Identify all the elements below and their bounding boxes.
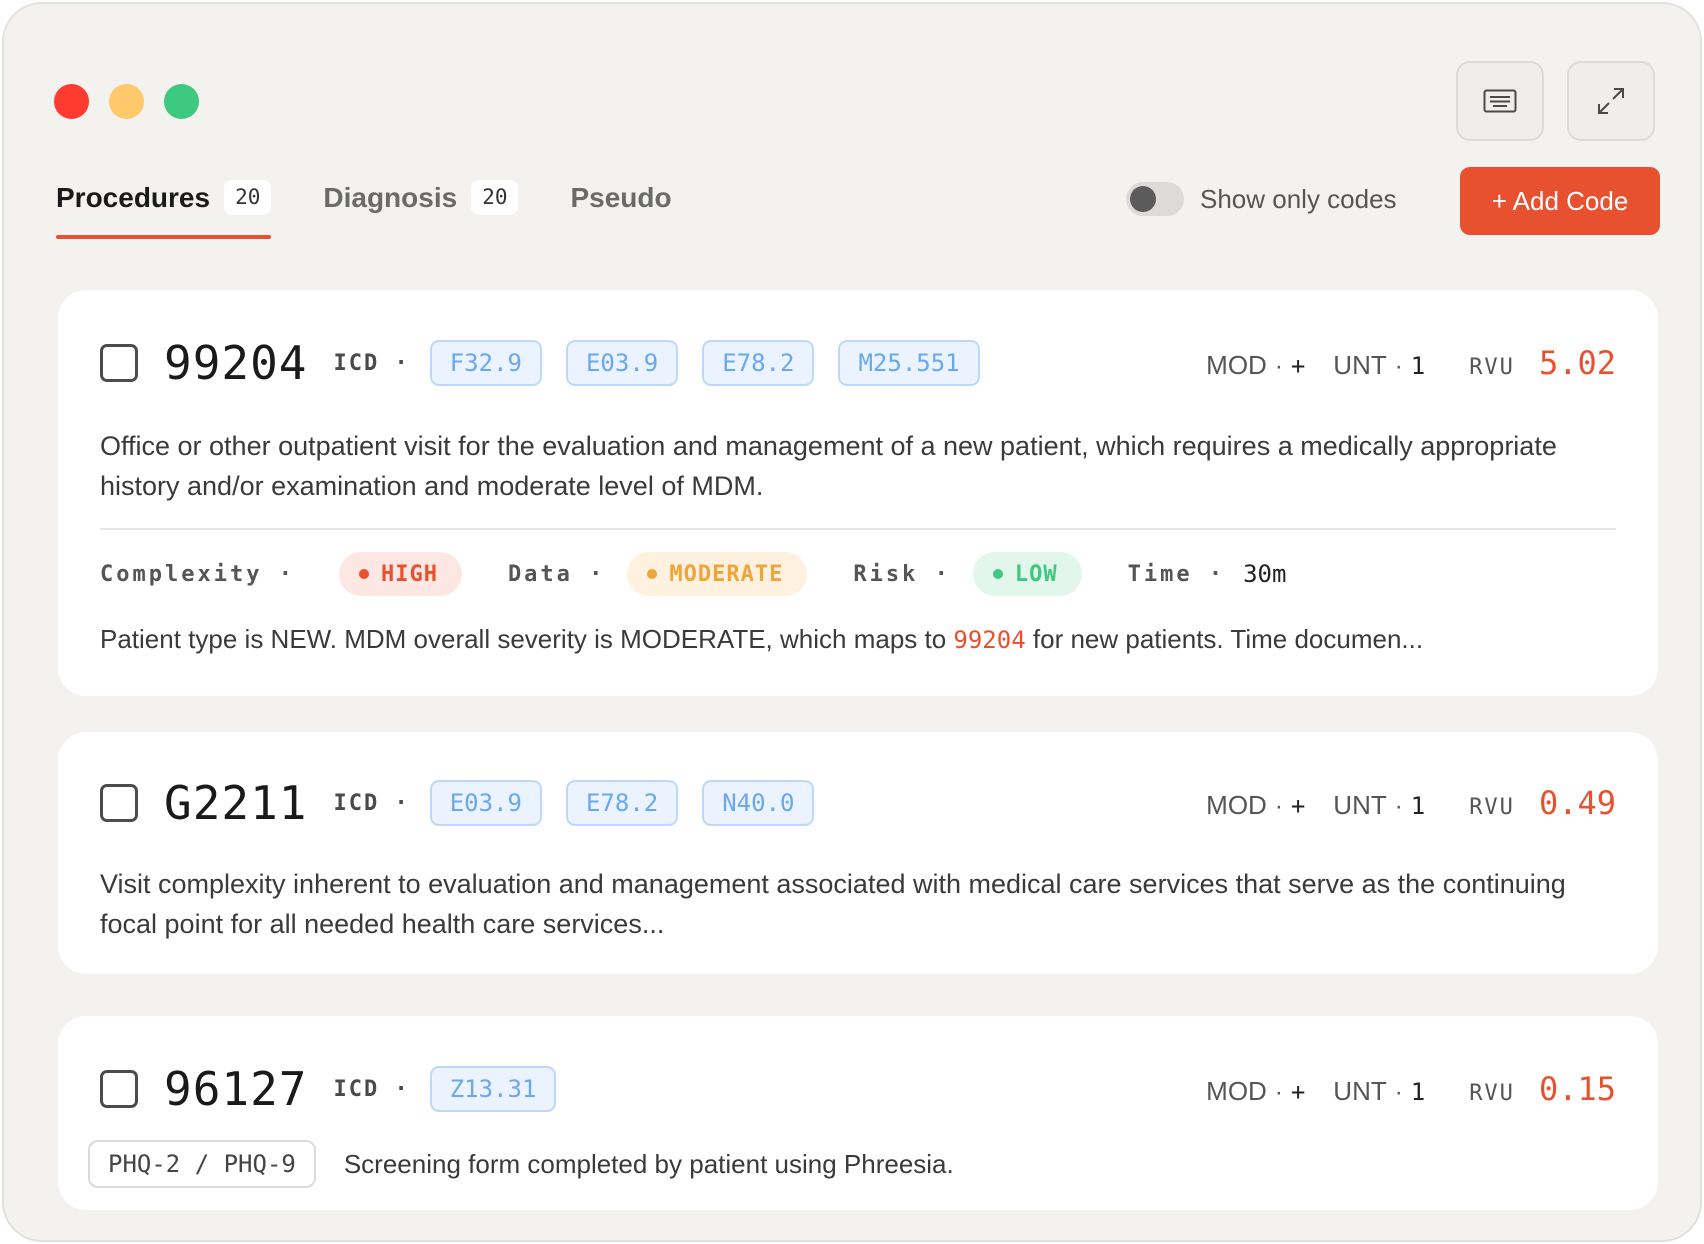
procedure-card: 99204 ICD · F32.9 E03.9 E78.2 M25.551 MO… (58, 290, 1658, 696)
time-value: 30m (1243, 560, 1287, 588)
unt-label: UNT (1333, 790, 1387, 820)
mdm-summary: Patient type is NEW. MDM overall severit… (100, 624, 1598, 655)
icd-chip[interactable]: E78.2 (702, 339, 815, 387)
summary-text: for new patients. Time documen... (1025, 624, 1424, 654)
icd-chip[interactable]: N40.0 (702, 779, 815, 827)
icd-chip[interactable]: E03.9 (429, 779, 542, 827)
mod-label: MOD (1206, 1076, 1267, 1106)
select-checkbox[interactable] (100, 1070, 138, 1108)
maximize-window-button[interactable] (164, 84, 199, 119)
code-meta: MOD · + UNT · 1 RVU 0.49 (1206, 784, 1616, 822)
complexity-label: Complexity · (100, 561, 295, 587)
status-dot (992, 569, 1003, 579)
tab-bar: Procedures 20 Diagnosis 20 Pseudo (56, 180, 724, 239)
summary-code-link[interactable]: 99204 (953, 626, 1025, 654)
card-header: G2211 ICD · E03.9 E78.2 N40.0 MOD · + UN… (100, 776, 1616, 830)
tab-label: Diagnosis (323, 181, 458, 213)
separator: · (1274, 793, 1283, 820)
separator: · (1394, 1079, 1403, 1106)
expand-button[interactable] (1567, 61, 1655, 141)
procedure-code: 96127 (164, 1062, 308, 1116)
separator: · (1274, 353, 1283, 380)
unt-label: UNT (1333, 1076, 1387, 1106)
rvu-label: RVU (1469, 795, 1515, 820)
mod-label: MOD (1206, 790, 1267, 820)
code-meta: MOD · + UNT · 1 RVU 5.02 (1206, 344, 1616, 382)
add-code-button[interactable]: + Add Code (1460, 167, 1660, 235)
code-meta: MOD · + UNT · 1 RVU 0.15 (1206, 1070, 1616, 1108)
mod-value[interactable]: + (1291, 352, 1305, 380)
procedure-card: G2211 ICD · E03.9 E78.2 N40.0 MOD · + UN… (58, 732, 1658, 974)
icd-label: ICD · (333, 1076, 410, 1102)
summary-text: Patient type is NEW. MDM overall severit… (100, 624, 954, 654)
rvu-label: RVU (1469, 1081, 1515, 1106)
time-label: Time · (1127, 561, 1226, 587)
screening-tag: PHQ-2 / PHQ-9 (88, 1140, 316, 1188)
minimize-window-button[interactable] (109, 84, 144, 119)
data-label: Data · (507, 561, 606, 587)
select-checkbox[interactable] (100, 344, 138, 382)
tab-count-badge: 20 (224, 180, 272, 215)
procedure-code: 99204 (164, 336, 308, 390)
complexity-badge: HIGH (338, 552, 462, 596)
keyboard-icon (1483, 89, 1517, 113)
tab-count-badge: 20 (471, 180, 519, 215)
toggle-knob (1130, 186, 1156, 212)
rvu-label: RVU (1469, 355, 1515, 380)
close-window-button[interactable] (54, 84, 89, 119)
tab-label: Pseudo (570, 181, 672, 213)
mod-value[interactable]: + (1291, 1078, 1305, 1106)
rvu-value: 5.02 (1538, 344, 1616, 382)
toggle-label: Show only codes (1200, 183, 1397, 214)
icd-chip[interactable]: F32.9 (429, 339, 542, 387)
mdm-row: Complexity · HIGH Data · MODERATE Risk ·… (100, 552, 1286, 596)
tab-label: Procedures (56, 181, 211, 213)
rvu-value: 0.49 (1538, 784, 1616, 822)
mod-value[interactable]: + (1291, 792, 1305, 820)
procedure-description: Office or other outpatient visit for the… (100, 431, 1557, 501)
icd-chip[interactable]: E78.2 (565, 779, 679, 827)
separator: · (1394, 793, 1403, 820)
screening-row: PHQ-2 / PHQ-9 Screening form completed b… (88, 1140, 954, 1188)
status-dot (647, 569, 658, 579)
icd-chip[interactable]: Z13.31 (429, 1065, 557, 1113)
risk-label: Risk · (853, 561, 951, 587)
card-header: 96127 ICD · Z13.31 MOD · + UNT · 1 RVU 0… (100, 1062, 1616, 1116)
screening-note: Screening form completed by patient usin… (343, 1148, 954, 1179)
select-checkbox[interactable] (100, 784, 138, 822)
separator: · (1274, 1079, 1283, 1106)
unt-label: UNT (1333, 350, 1387, 380)
status-dot (358, 569, 369, 579)
procedure-code: G2211 (164, 776, 308, 830)
unt-value[interactable]: 1 (1411, 792, 1425, 820)
rvu-value: 0.15 (1538, 1070, 1616, 1108)
tab-procedures[interactable]: Procedures 20 (56, 180, 272, 239)
data-badge: MODERATE (627, 552, 808, 596)
badge-text: HIGH (380, 561, 438, 587)
icd-chip[interactable]: M25.551 (838, 339, 980, 387)
card-header: 99204 ICD · F32.9 E03.9 E78.2 M25.551 MO… (100, 336, 1616, 390)
show-only-codes-toggle[interactable] (1126, 182, 1184, 216)
tab-diagnosis[interactable]: Diagnosis 20 (323, 180, 519, 239)
window-controls (54, 84, 199, 119)
expand-icon (1598, 88, 1624, 114)
separator: · (1394, 353, 1403, 380)
tab-pseudo[interactable]: Pseudo (570, 182, 671, 238)
mod-label: MOD (1206, 350, 1267, 380)
show-only-codes-filter: Show only codes (1126, 182, 1397, 216)
keyboard-view-button[interactable] (1456, 61, 1544, 141)
app-window: Procedures 20 Diagnosis 20 Pseudo Show o… (2, 2, 1702, 1242)
risk-badge: LOW (972, 552, 1082, 596)
icd-label: ICD · (333, 790, 410, 816)
procedure-card: 96127 ICD · Z13.31 MOD · + UNT · 1 RVU 0… (58, 1016, 1658, 1210)
badge-text: MODERATE (669, 561, 784, 587)
divider (100, 528, 1616, 530)
unt-value[interactable]: 1 (1411, 1078, 1425, 1106)
icd-chip[interactable]: E03.9 (565, 339, 679, 387)
icd-label: ICD · (333, 350, 410, 376)
badge-text: LOW (1014, 561, 1058, 587)
unt-value[interactable]: 1 (1411, 352, 1425, 380)
procedure-description: Visit complexity inherent to evaluation … (100, 869, 1566, 939)
